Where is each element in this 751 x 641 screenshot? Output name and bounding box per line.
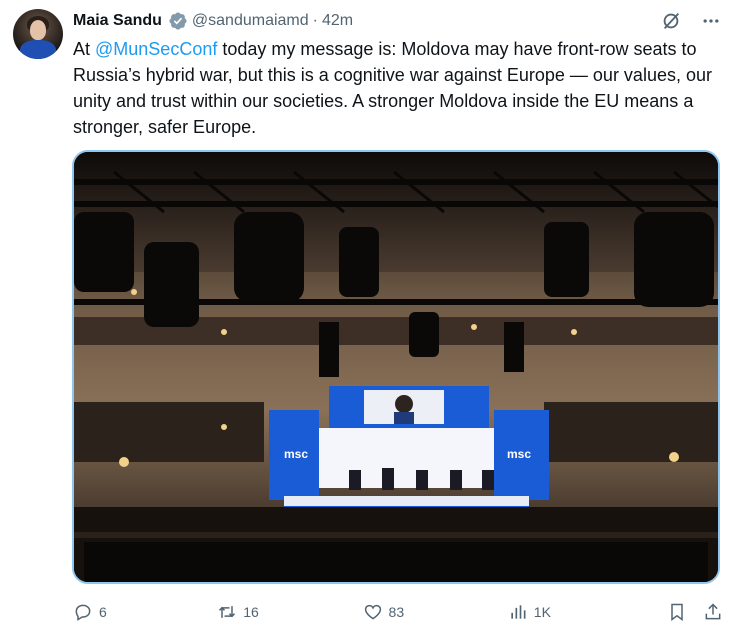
author-handle[interactable]: @sandumaiamd: [192, 12, 309, 30]
views-count: 1K: [533, 604, 551, 620]
stage-logo-right: msc: [507, 447, 531, 461]
more-icon[interactable]: [699, 9, 723, 33]
action-bar: 6 16 83 1K: [73, 597, 723, 627]
tweet[interactable]: Maia Sandu @sandumaiamd · 42m At @MunSec…: [0, 0, 751, 641]
reply-button[interactable]: 6: [73, 602, 217, 622]
stage-logo-left: msc: [284, 447, 308, 461]
views-button[interactable]: 1K: [508, 602, 667, 622]
share-button[interactable]: [703, 602, 723, 622]
bookmark-icon: [671, 603, 683, 621]
separator-dot: ·: [312, 12, 318, 29]
mention-link[interactable]: @MunSecConf: [95, 39, 217, 59]
avatar[interactable]: [13, 9, 63, 59]
tweet-text: At @MunSecConf today my message is: Mold…: [73, 36, 723, 140]
repost-button[interactable]: 16: [217, 602, 362, 622]
reply-icon: [75, 604, 91, 621]
action-bar-right: [667, 602, 723, 622]
conference-hall-photo: msc msc: [74, 152, 718, 582]
tweet-text-prefix: At: [73, 39, 96, 59]
header-actions: [659, 9, 723, 33]
share-icon: [705, 603, 721, 620]
like-count: 83: [388, 604, 405, 620]
bookmark-button[interactable]: [667, 602, 687, 622]
avatar-face: [30, 20, 46, 40]
heart-icon: [364, 604, 381, 620]
tweet-header: Maia Sandu @sandumaiamd · 42m: [73, 9, 353, 33]
tweet-time[interactable]: 42m: [322, 12, 353, 30]
grok-icon[interactable]: [659, 9, 683, 33]
reply-count: 6: [99, 604, 107, 620]
author-name[interactable]: Maia Sandu: [73, 12, 162, 30]
verified-badge-icon: [168, 11, 188, 31]
like-button[interactable]: 83: [363, 602, 508, 622]
views-icon: [511, 605, 526, 619]
repost-count: 16: [243, 604, 259, 620]
repost-icon: [219, 606, 236, 618]
avatar-jacket: [20, 40, 56, 59]
tweet-photo[interactable]: msc msc: [72, 150, 720, 584]
